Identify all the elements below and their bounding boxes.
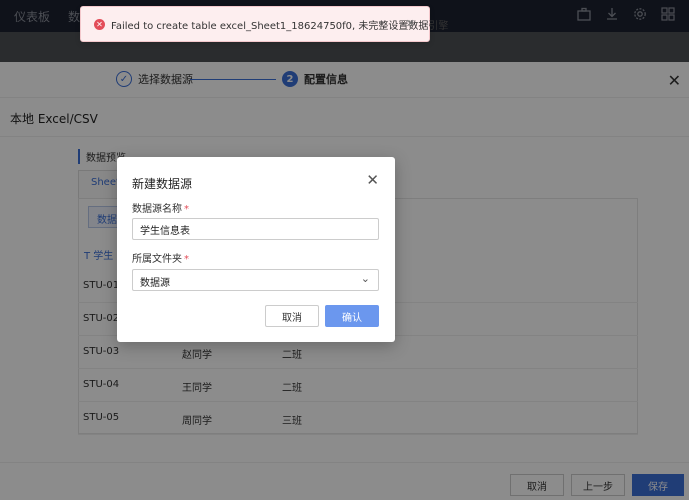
folder-select-value: 数据源 bbox=[140, 278, 170, 289]
dialog-cancel-button[interactable]: 取消 bbox=[265, 305, 319, 327]
name-field-label: 数据源名称 * bbox=[132, 200, 189, 215]
close-icon[interactable]: ✕ bbox=[366, 171, 379, 189]
folder-field-label: 所属文件夹 * bbox=[132, 250, 189, 265]
toast-message: Failed to create table excel_Sheet1_1862… bbox=[111, 21, 449, 32]
new-datasource-dialog: 新建数据源 ✕ 数据源名称* 所属文件夹* 数据源 ⌄ 取消 确认 bbox=[117, 157, 395, 342]
dialog-title: 新建数据源 bbox=[132, 177, 193, 191]
required-mark: * bbox=[184, 254, 189, 265]
name-label-text: 数据源名称 bbox=[132, 204, 182, 215]
folder-select[interactable]: 数据源 ⌄ bbox=[132, 269, 379, 291]
datasource-name-input[interactable] bbox=[132, 218, 379, 240]
required-mark: * bbox=[184, 204, 189, 215]
folder-label-text: 所属文件夹 bbox=[132, 254, 182, 265]
dialog-confirm-button[interactable]: 确认 bbox=[325, 305, 379, 327]
error-toast: ✕ Failed to create table excel_Sheet1_18… bbox=[80, 6, 448, 42]
error-icon: ✕ bbox=[94, 19, 105, 30]
close-icon[interactable]: ✕ bbox=[406, 17, 415, 30]
chevron-down-icon: ⌄ bbox=[360, 272, 370, 285]
